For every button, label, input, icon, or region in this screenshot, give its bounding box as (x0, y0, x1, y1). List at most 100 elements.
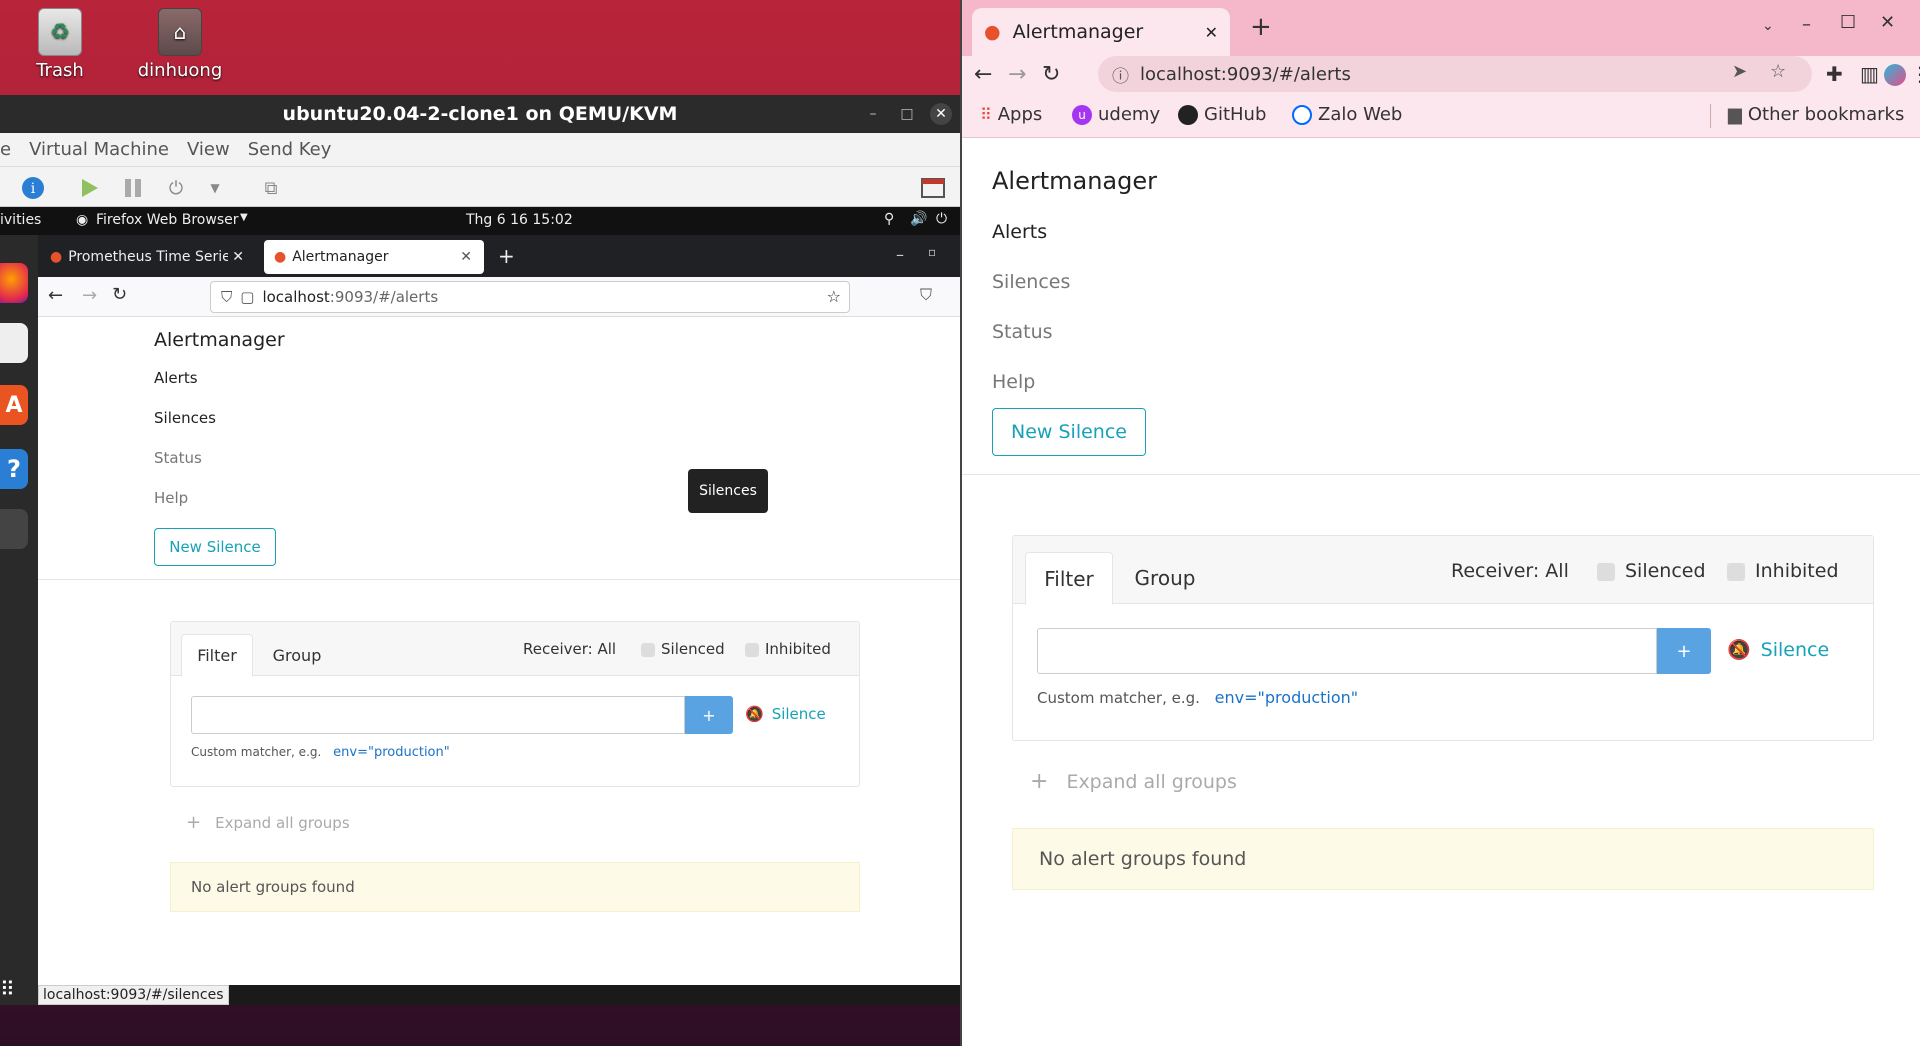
vm-pause-button[interactable] (120, 175, 146, 201)
nav-help[interactable]: Help (992, 371, 1035, 393)
vm-info-button[interactable]: i (20, 175, 46, 201)
vm-menu-item[interactable]: e (0, 139, 11, 160)
app-menu[interactable]: Firefox Web Browser (96, 212, 239, 228)
reload-icon[interactable]: ↻ (112, 284, 127, 305)
silence-button[interactable]: 🔕 Silence (745, 705, 826, 723)
vm-power-dropdown[interactable]: ▼ (202, 175, 228, 201)
close-icon[interactable]: ✕ (1205, 23, 1218, 42)
new-tab-plus-icon[interactable]: + (498, 244, 515, 268)
extensions-puzzle-icon[interactable]: ✚ (1826, 62, 1843, 86)
new-silence-button[interactable]: New Silence (992, 408, 1146, 456)
silenced-checkbox[interactable]: Silenced (1597, 560, 1706, 582)
example-matcher-link[interactable]: env="production" (333, 745, 450, 760)
clock[interactable]: Thg 6 16 15:02 (466, 212, 573, 228)
desktop-icon-trash[interactable]: ♻ Trash (5, 8, 115, 81)
inhibited-checkbox[interactable]: Inhibited (1727, 560, 1839, 582)
add-filter-button[interactable]: + (1657, 628, 1711, 674)
tab-filter[interactable]: Filter (181, 634, 253, 677)
bookmark-zalo[interactable]: Zalo Web (1292, 104, 1402, 125)
forward-arrow-icon[interactable]: → (1008, 62, 1026, 87)
silence-button[interactable]: 🔕 Silence (1727, 638, 1829, 662)
expand-label: Expand all groups (1066, 770, 1237, 793)
nav-silences[interactable]: Silences (992, 271, 1070, 293)
volume-icon[interactable]: 🔊 (910, 211, 927, 227)
brand-title[interactable]: Alertmanager (992, 167, 1157, 195)
receiver-select[interactable]: Receiver: All (523, 640, 616, 658)
example-matcher-link[interactable]: env="production" (1215, 688, 1359, 707)
network-icon[interactable]: ⚲ (884, 211, 894, 227)
shield-icon: ⛉ (221, 288, 233, 306)
filter-input[interactable] (1037, 628, 1657, 674)
reload-icon[interactable]: ↻ (1042, 62, 1060, 87)
send-icon[interactable]: ➤ (1732, 61, 1747, 82)
vm-fullscreen-button[interactable] (920, 175, 946, 201)
desktop-icon-home[interactable]: ⌂ dinhuong (125, 8, 235, 81)
pocket-icon[interactable]: ⛉ (920, 285, 932, 305)
side-panel-icon[interactable]: ▥ (1860, 62, 1879, 86)
bookmark-github[interactable]: GitHub (1178, 104, 1266, 125)
receiver-select[interactable]: Receiver: All (1451, 560, 1569, 582)
nav-status[interactable]: Status (992, 321, 1053, 343)
help-launcher-icon[interactable]: ? (0, 449, 28, 489)
inhibited-checkbox[interactable]: Inhibited (745, 640, 831, 658)
brand-title[interactable]: Alertmanager (154, 329, 285, 351)
vm-titlebar[interactable]: ubuntu20.04-2-clone1 on QEMU/KVM (0, 95, 960, 133)
avatar[interactable] (1884, 64, 1906, 86)
close-icon[interactable]: ✕ (1880, 12, 1895, 33)
expand-all-groups-button[interactable]: + Expand all groups (1030, 769, 1237, 794)
vm-menu-send-key[interactable]: Send Key (248, 139, 332, 160)
power-icon[interactable]: ⏻ (936, 211, 947, 227)
software-launcher-icon[interactable]: A (0, 385, 28, 425)
maximize-icon[interactable]: ☐ (1840, 12, 1856, 33)
firefox-tab-alertmanager[interactable]: ● Alertmanager ✕ (264, 240, 484, 274)
nav-silences[interactable]: Silences (154, 409, 216, 427)
star-icon[interactable]: ☆ (1770, 61, 1786, 82)
vm-run-button[interactable] (76, 175, 102, 201)
nav-alerts[interactable]: Alerts (154, 369, 198, 387)
star-icon[interactable]: ☆ (827, 287, 841, 306)
vm-close-button[interactable]: ✕ (930, 103, 952, 125)
menu-kebab-icon[interactable]: ⋮ (1910, 62, 1920, 86)
vm-snapshot-button[interactable]: ⧉ (258, 175, 284, 201)
vm-menu-view[interactable]: View (187, 139, 230, 160)
close-icon[interactable]: ✕ (460, 249, 472, 265)
info-icon[interactable]: ⓘ (1112, 62, 1129, 87)
minimize-icon[interactable]: – (1802, 14, 1811, 35)
add-filter-button[interactable]: + (685, 696, 733, 734)
back-arrow-icon[interactable]: ← (48, 285, 63, 306)
new-tab-plus-icon[interactable]: + (1250, 12, 1272, 42)
firefox-url-bar[interactable]: ⛉ ▢ localhost:9093/#/alerts ☆ (210, 281, 850, 313)
vm-minimize-button[interactable]: – (862, 103, 884, 125)
bookmark-apps[interactable]: ⠿ Apps (980, 104, 1042, 125)
tab-search-chevron-icon[interactable]: ⌄ (1762, 18, 1774, 34)
minimize-icon[interactable]: – (896, 245, 904, 264)
vm-maximize-button[interactable]: □ (896, 103, 918, 125)
bookmark-udemy[interactable]: u udemy (1072, 104, 1160, 125)
bookmark-other[interactable]: ▆ Other bookmarks (1728, 104, 1904, 125)
silenced-checkbox[interactable]: Silenced (641, 640, 725, 658)
nav-help[interactable]: Help (154, 489, 188, 507)
new-silence-button[interactable]: New Silence (154, 528, 276, 566)
files-launcher-icon[interactable] (0, 323, 28, 363)
tab-group[interactable]: Group (261, 634, 333, 676)
tab-group[interactable]: Group (1117, 552, 1213, 604)
expand-all-groups-button[interactable]: + Expand all groups (186, 812, 350, 833)
filter-input[interactable] (191, 696, 685, 734)
terminal-launcher-icon[interactable] (0, 509, 28, 549)
activities-button[interactable]: ivities (0, 212, 41, 228)
divider (38, 579, 960, 580)
tab-filter[interactable]: Filter (1025, 552, 1113, 605)
nav-alerts[interactable]: Alerts (992, 221, 1047, 243)
restore-icon[interactable]: ▫ (928, 245, 936, 259)
vm-power-button[interactable]: ⏻ (163, 175, 189, 201)
filter-card-header: Filter Group Receiver: All Silenced Inhi… (1013, 536, 1873, 605)
back-arrow-icon[interactable]: ← (974, 62, 992, 87)
close-icon[interactable]: ✕ (232, 249, 244, 265)
firefox-tab-prometheus[interactable]: ● Prometheus Time Series ✕ (40, 240, 256, 274)
nav-status[interactable]: Status (154, 449, 202, 467)
firefox-launcher-icon[interactable] (0, 263, 28, 303)
vm-menu-virtual-machine[interactable]: Virtual Machine (29, 139, 169, 160)
chrome-omnibox[interactable]: ⓘ localhost:9093/#/alerts ➤ ☆ (1098, 56, 1812, 92)
forward-arrow-icon[interactable]: → (82, 285, 97, 306)
chrome-tab-alertmanager[interactable]: ● Alertmanager ✕ (972, 8, 1230, 56)
